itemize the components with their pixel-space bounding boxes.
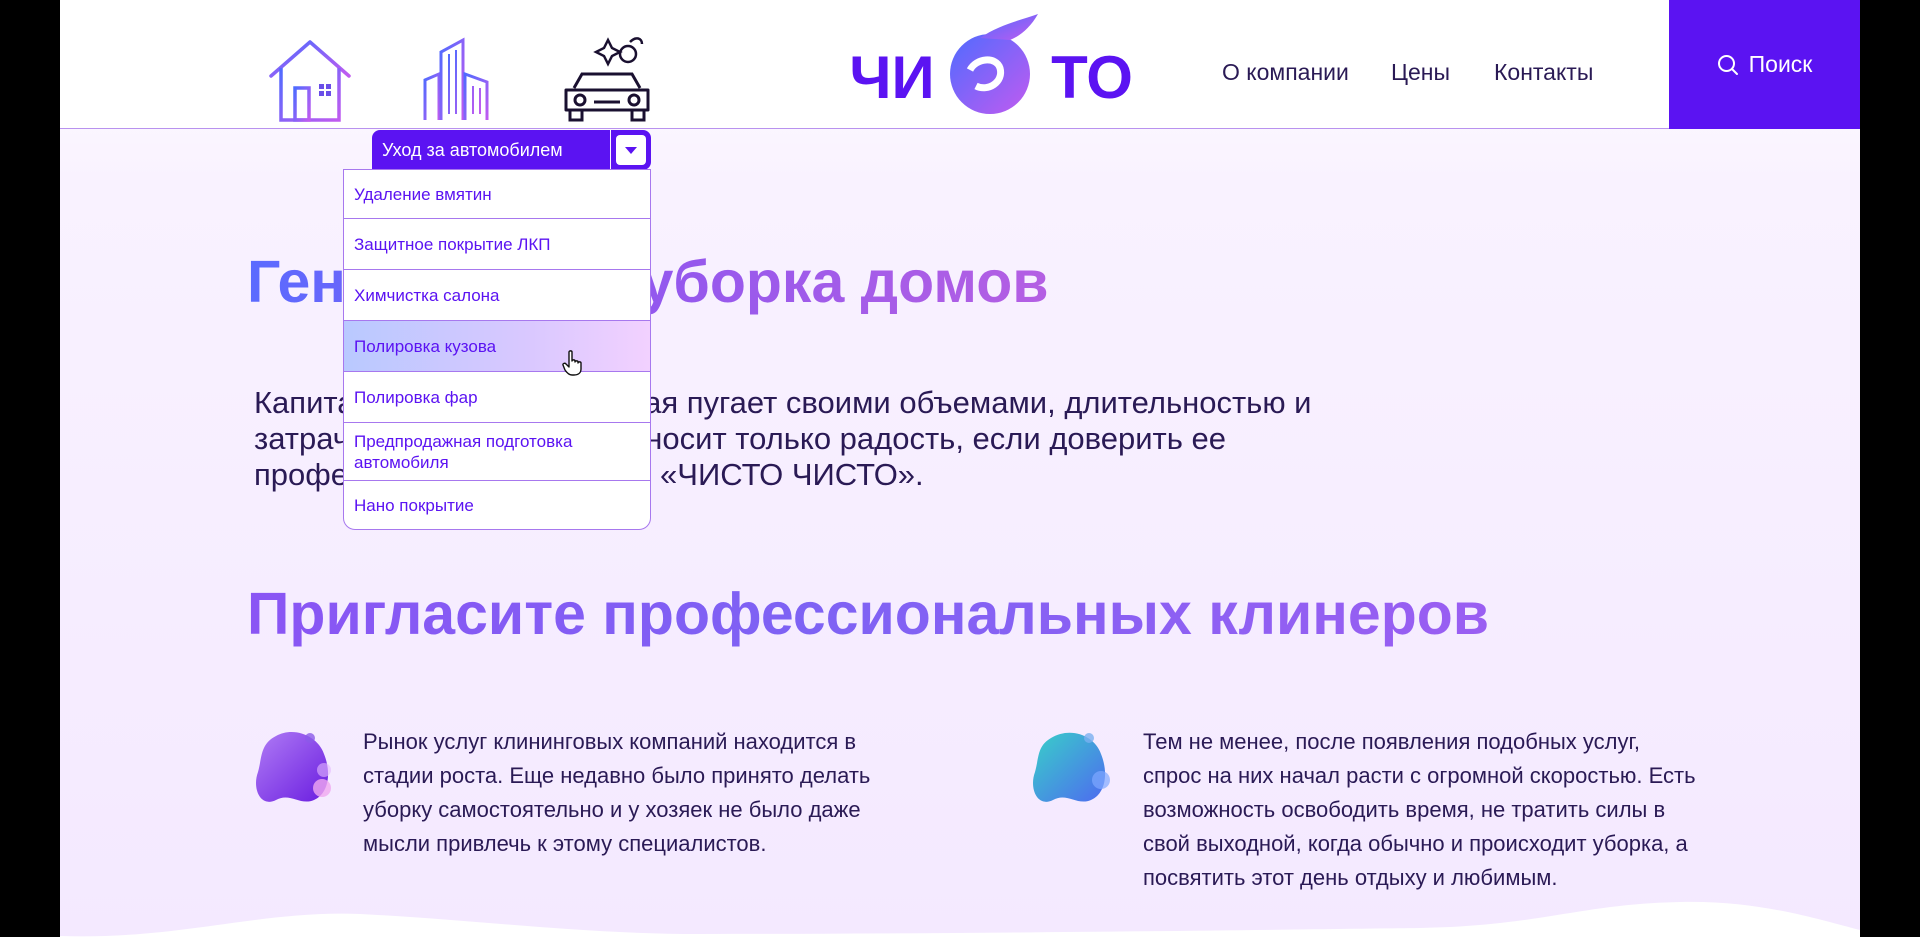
car-icon[interactable] (560, 34, 654, 124)
page: ЧИ ТО О компании Цены Контакты Поиск Ген… (60, 0, 1860, 937)
search-icon (1717, 54, 1738, 75)
wave-divider (60, 900, 1860, 937)
svg-text:ЧИ: ЧИ (849, 44, 934, 111)
dropdown-item[interactable]: Химчистка салона (344, 270, 650, 321)
dropdown-item-active[interactable]: Полировка кузова (344, 321, 650, 372)
purple-blob-icon (254, 728, 336, 810)
hand-cursor-icon (562, 350, 582, 376)
building-icon[interactable] (411, 34, 505, 124)
dropdown-item[interactable]: Предпродажная подготовка автомобиля (344, 423, 650, 481)
dropdown-item[interactable]: Удаление вмятин (344, 170, 650, 219)
nav-prices[interactable]: Цены (1391, 59, 1450, 86)
dropdown-item[interactable]: Нано покрытие (344, 481, 650, 529)
dropdown-item[interactable]: Защитное покрытие ЛКП (344, 219, 650, 270)
section-text-right: Тем не менее, после появления подобных у… (1143, 729, 1696, 890)
section-text-left: Рынок услуг клининговых компаний находит… (363, 729, 871, 856)
search-label: Поиск (1748, 51, 1813, 77)
service-dropdown-toggle[interactable]: Уход за автомобилем (372, 130, 610, 170)
nav-about[interactable]: О компании (1222, 59, 1349, 86)
dropdown-selected-label: Уход за автомобилем (382, 139, 563, 160)
search-button[interactable]: Поиск (1669, 0, 1860, 129)
header: ЧИ ТО О компании Цены Контакты Поиск (60, 0, 1860, 129)
svg-text:ТО: ТО (1051, 44, 1133, 111)
chevron-down-icon (616, 135, 646, 165)
dropdown-item[interactable]: Полировка фар (344, 372, 650, 423)
section-title: Пригласите профессиональных клинеров (247, 581, 1490, 647)
dropdown-caret-button[interactable] (611, 130, 651, 170)
logo[interactable]: ЧИ ТО (830, 10, 1150, 122)
nav-contacts[interactable]: Контакты (1494, 59, 1593, 86)
service-dropdown-menu: Удаление вмятин Защитное покрытие ЛКП Хи… (343, 169, 651, 530)
home-icon[interactable] (263, 34, 357, 124)
teal-blob-icon (1031, 728, 1113, 810)
